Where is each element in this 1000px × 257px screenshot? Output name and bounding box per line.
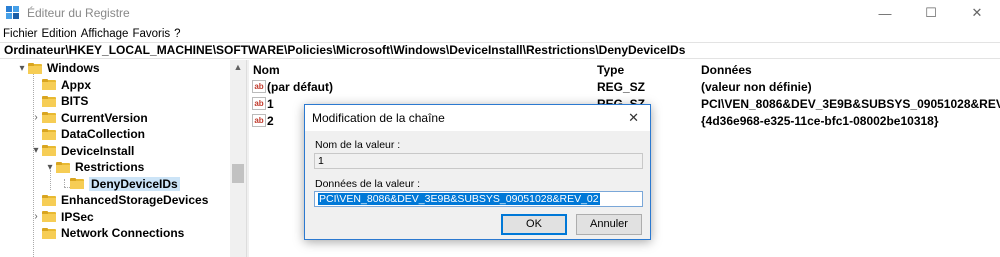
menu-bar: Fichier Edition Affichage Favoris ? xyxy=(0,26,185,42)
menu-affichage[interactable]: Affichage xyxy=(81,28,129,40)
tree-item-label: BITS xyxy=(61,94,89,109)
edit-string-dialog: Modification de la chaîne ✕ Nom de la va… xyxy=(304,104,651,240)
dialog-close-icon[interactable]: ✕ xyxy=(628,110,639,126)
tree-item-label: Restrictions xyxy=(75,160,145,175)
folder-icon xyxy=(42,145,56,157)
address-bar[interactable]: Ordinateur\HKEY_LOCAL_MACHINE\SOFTWARE\P… xyxy=(0,42,1000,59)
collapse-arrow-icon[interactable]: ▾ xyxy=(44,162,56,173)
expand-arrow-icon[interactable]: › xyxy=(30,211,42,222)
maximize-button[interactable]: ☐ xyxy=(908,0,954,26)
window-title: Éditeur du Registre xyxy=(27,6,130,20)
string-value-icon: ab xyxy=(252,97,266,110)
title-bar: Éditeur du Registre — ☐ ✕ xyxy=(0,0,1000,26)
tree-item-datacollection[interactable]: DataCollection xyxy=(30,126,145,143)
scroll-up-arrow-icon[interactable]: ▲ xyxy=(230,60,246,74)
value-name-field[interactable]: 1 xyxy=(314,153,643,169)
folder-icon xyxy=(42,194,56,206)
list-item[interactable]: ab (par défaut) REG_SZ (valeur non défin… xyxy=(250,79,1000,95)
scrollbar-thumb[interactable] xyxy=(232,164,244,183)
folder-icon xyxy=(56,161,70,173)
value-type: REG_SZ xyxy=(597,80,646,94)
registry-tree: ▾ Windows Appx BITS › CurrentVersion Dat… xyxy=(0,60,246,257)
dialog-title: Modification de la chaîne xyxy=(312,111,445,125)
folder-icon xyxy=(42,211,56,223)
tree-item-label: EnhancedStorageDevices xyxy=(61,193,209,208)
tree-item-label: Network Connections xyxy=(61,226,185,241)
value-data: PCI\VEN_8086&DEV_3E9B&SUBSYS_09051028&RE… xyxy=(701,97,1000,111)
open-folder-icon xyxy=(70,178,84,190)
folder-icon xyxy=(42,227,56,239)
column-header-name[interactable]: Nom xyxy=(253,63,280,77)
tree-item-label: DeviceInstall xyxy=(61,143,135,158)
value-name-label: Nom de la valeur : xyxy=(315,139,401,151)
value-data: (valeur non définie) xyxy=(701,80,812,94)
menu-edition[interactable]: Edition xyxy=(42,28,77,40)
tree-item-bits[interactable]: BITS xyxy=(30,93,88,110)
column-header-data[interactable]: Données xyxy=(701,63,752,77)
folder-icon xyxy=(42,95,56,107)
cancel-button[interactable]: Annuler xyxy=(576,214,642,235)
string-value-icon: ab xyxy=(252,114,266,127)
folder-icon xyxy=(42,112,56,124)
value-data-text: PCI\VEN_8086&DEV_3E9B&SUBSYS_09051028&RE… xyxy=(318,193,600,205)
tree-item-enhancedstoragedevices[interactable]: EnhancedStorageDevices xyxy=(30,192,208,209)
folder-icon xyxy=(42,128,56,140)
tree-scrollbar[interactable]: ▲ xyxy=(230,60,246,257)
tree-item-label: Appx xyxy=(61,77,91,92)
value-name: 1 xyxy=(267,97,274,111)
folder-icon xyxy=(42,79,56,91)
string-value-icon: ab xyxy=(252,80,266,93)
menu-fichier[interactable]: Fichier xyxy=(3,28,38,40)
value-data-field[interactable]: PCI\VEN_8086&DEV_3E9B&SUBSYS_09051028&RE… xyxy=(314,191,643,207)
tree-item-label: Windows xyxy=(47,61,100,76)
tree-item-network-connections[interactable]: Network Connections xyxy=(30,225,184,242)
tree-item-label: CurrentVersion xyxy=(61,110,148,125)
collapse-arrow-icon[interactable]: ▾ xyxy=(16,63,28,74)
menu-help[interactable]: ? xyxy=(174,28,180,40)
tree-item-label: DenyDeviceIDs xyxy=(89,176,180,191)
tree-item-deviceinstall[interactable]: ▾ DeviceInstall xyxy=(30,143,134,160)
tree-item-label: IPSec xyxy=(61,209,94,224)
regedit-icon xyxy=(6,6,20,20)
value-name: (par défaut) xyxy=(267,80,333,94)
pane-splitter[interactable] xyxy=(246,60,249,257)
tree-item-appx[interactable]: Appx xyxy=(30,77,91,94)
tree-item-currentversion[interactable]: › CurrentVersion xyxy=(30,110,148,127)
tree-item-label: DataCollection xyxy=(61,127,146,142)
collapse-arrow-icon[interactable]: ▾ xyxy=(30,145,42,156)
folder-icon xyxy=(28,62,42,74)
value-data: {4d36e968-e325-11ce-bfc1-08002be10318} xyxy=(701,114,939,128)
tree-item-windows[interactable]: ▾ Windows xyxy=(16,60,100,77)
close-window-button[interactable]: ✕ xyxy=(954,0,1000,26)
tree-item-ipsec[interactable]: › IPSec xyxy=(30,209,94,226)
tree-item-denydeviceids[interactable]: DenyDeviceIDs xyxy=(58,176,180,193)
value-data-label: Données de la valeur : xyxy=(315,178,421,190)
expand-arrow-icon[interactable]: › xyxy=(30,112,42,123)
tree-item-restrictions[interactable]: ▾ Restrictions xyxy=(44,159,144,176)
minimize-button[interactable]: — xyxy=(862,0,908,26)
ok-button[interactable]: OK xyxy=(501,214,567,235)
value-name: 2 xyxy=(267,114,274,128)
menu-favoris[interactable]: Favoris xyxy=(132,28,170,40)
dialog-title-bar: Modification de la chaîne ✕ xyxy=(305,105,650,131)
column-header-type[interactable]: Type xyxy=(597,63,624,77)
